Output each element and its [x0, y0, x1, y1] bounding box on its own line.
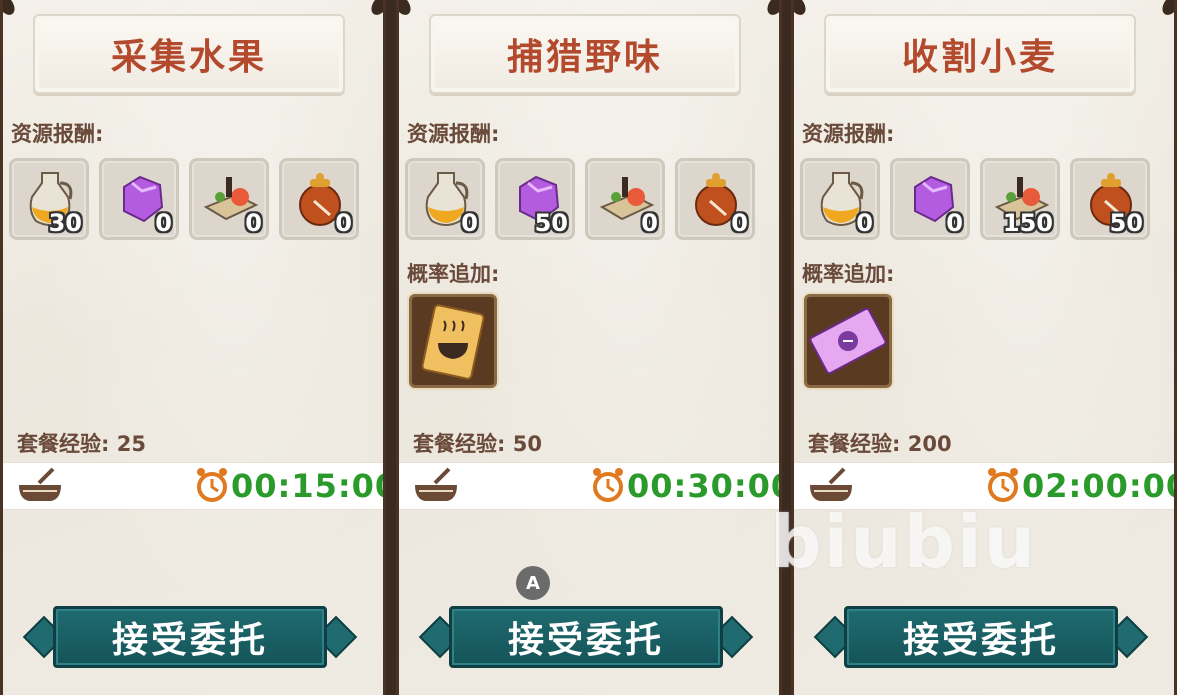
duration-time: 00:15:00: [231, 467, 386, 505]
exp-row: 套餐经验: 25: [17, 428, 146, 458]
resource-amount: 50: [534, 209, 568, 237]
cooking-pot-card-icon: [421, 304, 485, 380]
cooking-pot-icon: [415, 467, 457, 501]
purple-ticket-icon: [809, 307, 887, 375]
resource-slots: 0 0 150 50: [800, 158, 1170, 242]
task-title-plate: 收割小麦: [824, 14, 1136, 94]
accept-commission-button[interactable]: 接受委托: [53, 606, 327, 668]
resource-slots: 30 0 0 0: [9, 158, 379, 242]
resource-amount: 0: [946, 209, 963, 237]
resource-slot-oil[interactable]: 0: [405, 158, 485, 240]
resource-amount: 0: [731, 209, 748, 237]
a-button-badge[interactable]: A: [516, 566, 550, 600]
resource-slot-crystal[interactable]: 50: [495, 158, 575, 240]
time-bar: 00:15:00: [3, 462, 383, 510]
exp-row: 套餐经验: 50: [413, 428, 542, 458]
resource-reward-label: 资源报酬:: [407, 122, 500, 146]
resource-amount: 0: [461, 209, 478, 237]
resource-amount: 30: [48, 209, 82, 237]
task-card-1: 采集水果 资源报酬: 30 0 0 0 套餐经验: 25 00:15:00 接受…: [0, 0, 386, 695]
resource-amount: 0: [856, 209, 873, 237]
accept-commission-button[interactable]: 接受委托: [449, 606, 723, 668]
resource-amount: 0: [155, 209, 172, 237]
cooking-pot-icon: [810, 467, 852, 501]
accept-button-wrap: 接受委托: [418, 606, 754, 670]
task-title: 采集水果: [110, 37, 267, 78]
task-title: 捕猎野味: [506, 37, 663, 78]
resource-slots: 0 50 0 0: [405, 158, 775, 242]
task-card-2: 捕猎野味 资源报酬: 0 50 0 0 概率追加: 套餐经验: 50 00:30…: [396, 0, 782, 695]
resource-slot-crystal[interactable]: 0: [890, 158, 970, 240]
resource-amount: 0: [335, 209, 352, 237]
resource-reward-label: 资源报酬:: [11, 122, 104, 146]
resource-slot-food[interactable]: 150: [980, 158, 1060, 240]
task-title: 收割小麦: [901, 37, 1058, 78]
bonus-item-slot[interactable]: [804, 294, 892, 388]
duration-time: 00:30:00: [627, 467, 782, 505]
resource-slot-oil[interactable]: 0: [800, 158, 880, 240]
resource-slot-crystal[interactable]: 0: [99, 158, 179, 240]
bonus-item-slot[interactable]: [409, 294, 497, 388]
resource-slot-honey[interactable]: 0: [279, 158, 359, 240]
bonus-chance-label: 概率追加:: [802, 262, 895, 286]
alarm-clock-icon: [197, 468, 227, 502]
exp-label: 套餐经验:: [413, 432, 506, 456]
exp-row: 套餐经验: 200: [808, 428, 952, 458]
bonus-chance-label: 概率追加:: [407, 262, 500, 286]
alarm-clock-icon: [593, 468, 623, 502]
time-bar: 00:30:00: [399, 462, 779, 510]
alarm-clock-icon: [988, 468, 1018, 502]
resource-slot-food[interactable]: 0: [189, 158, 269, 240]
exp-label: 套餐经验:: [17, 432, 110, 456]
resource-amount: 0: [641, 209, 658, 237]
resource-amount: 0: [245, 209, 262, 237]
duration-time: 02:00:00: [1022, 467, 1177, 505]
resource-reward-label: 资源报酬:: [802, 122, 895, 146]
exp-value: 200: [907, 432, 952, 456]
resource-slot-honey[interactable]: 50: [1070, 158, 1150, 240]
accept-button-wrap: 接受委托: [22, 606, 358, 670]
resource-amount: 50: [1109, 209, 1143, 237]
task-title-plate: 采集水果: [33, 14, 345, 94]
cooking-pot-icon: [19, 467, 61, 501]
task-card-3: 收割小麦 资源报酬: 0 0 150 50 概率追加: 套餐经验: 200 02…: [791, 0, 1177, 695]
resource-amount: 150: [1002, 209, 1053, 237]
resource-slot-food[interactable]: 0: [585, 158, 665, 240]
watermark-logo: biubiu: [770, 500, 1037, 584]
exp-label: 套餐经验:: [808, 432, 901, 456]
exp-value: 25: [116, 432, 146, 456]
exp-value: 50: [512, 432, 542, 456]
resource-slot-honey[interactable]: 0: [675, 158, 755, 240]
task-title-plate: 捕猎野味: [429, 14, 741, 94]
resource-slot-oil[interactable]: 30: [9, 158, 89, 240]
accept-commission-button[interactable]: 接受委托: [844, 606, 1118, 668]
accept-button-wrap: 接受委托: [813, 606, 1149, 670]
